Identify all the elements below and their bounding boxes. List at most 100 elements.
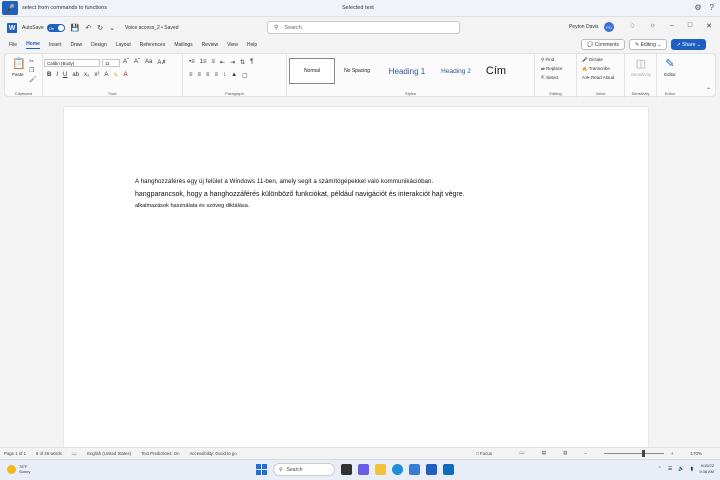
style-normal[interactable]: Normal [289,58,335,84]
avatar[interactable]: PD [604,22,614,32]
microphone-icon[interactable]: 🎤 [2,1,18,15]
style-title[interactable]: Cím [477,58,515,84]
borders-icon[interactable]: ▢ [242,72,248,79]
text-predictions-status[interactable]: Text Predictions: On [141,451,179,456]
tab-review[interactable]: Review [202,42,218,48]
outlook-icon[interactable] [443,464,454,475]
tab-file[interactable]: File [9,42,17,48]
document-line-1[interactable]: A hanghozzáférés egy új felület a Window… [135,178,571,185]
decrease-indent-icon[interactable]: ⇤ [220,59,225,66]
superscript-icon[interactable]: x² [94,72,99,79]
strikethrough-icon[interactable]: ab [72,72,79,79]
document-page[interactable]: A hanghozzáférés egy új felület a Window… [64,107,648,447]
style-heading-2[interactable]: Heading 2 [435,58,477,84]
vertical-scrollbar[interactable] [712,98,720,447]
change-case-icon[interactable]: Aa [145,59,152,66]
sensitivity-button[interactable]: ◫ Sensitivity [627,57,655,77]
close-icon[interactable]: ✕ [706,22,712,30]
replace-button[interactable]: ⇄ Replace [541,66,563,72]
font-name-select[interactable]: Calibri (Body) [44,59,100,67]
cut-icon[interactable]: ✂ [29,58,37,65]
windows-start-icon[interactable] [256,464,267,475]
weather-widget[interactable]: 78°F Sunny [7,464,30,474]
tab-mailings[interactable]: Mailings [174,42,192,48]
sort-icon[interactable]: ⇅ [240,59,245,66]
clear-formatting-icon[interactable]: A✗ [157,59,166,66]
transcribe-button[interactable]: ✍ Transcribe [582,66,614,72]
highlight-icon[interactable]: ✎ [113,72,118,79]
shrink-font-icon[interactable]: Aˇ [134,59,140,66]
lightbulb-icon[interactable]: ☼ [650,22,656,30]
dictate-button[interactable]: 🎤 Dictate [582,57,614,63]
search-input[interactable]: ⚲ Search [267,21,460,34]
chevron-up-icon[interactable]: ⌃ [658,466,662,472]
undo-icon[interactable]: ↶ [85,24,91,32]
battery-icon[interactable]: ▮ [691,466,694,472]
tab-draw[interactable]: Draw [70,42,82,48]
document-body[interactable]: A hanghozzáférés egy új felület a Window… [135,178,571,209]
zoom-slider[interactable] [603,449,664,457]
find-button[interactable]: ⚲ Find [541,57,563,63]
edge-icon[interactable] [392,464,403,475]
italic-icon[interactable]: I [56,72,58,79]
zoom-in-icon[interactable]: + [671,451,674,456]
word-taskbar-icon[interactable] [426,464,437,475]
focus-button[interactable]: □ Focus [476,451,502,456]
settings-icon[interactable]: ⚙ [694,3,701,12]
user-name[interactable]: Peyton Davis [569,24,598,30]
accessibility-status[interactable]: Accessibility: Good to go [190,451,237,456]
redo-icon[interactable]: ↻ [97,24,103,32]
zoom-out-icon[interactable]: – [584,451,587,456]
web-layout-icon[interactable]: ▥ [563,450,567,456]
read-aloud-button[interactable]: A≫ Read Aloud [582,75,614,81]
page-count[interactable]: Page 1 of 1 [4,451,26,456]
text-effects-icon[interactable]: A [104,72,108,79]
customize-chevron-icon[interactable]: ⌄ [109,24,115,32]
select-button[interactable]: ⇱ Select [541,75,563,81]
file-explorer-icon[interactable] [375,464,386,475]
maximize-icon[interactable]: □ [688,22,692,30]
bold-icon[interactable]: B [47,72,51,79]
style-heading-1[interactable]: Heading 1 [379,58,435,84]
format-painter-icon[interactable]: 🖌 [29,76,37,83]
document-line-3[interactable]: alkalmazások használata és szöveg diktál… [135,203,571,209]
justify-icon[interactable]: ≡ [215,72,219,79]
task-view-icon[interactable] [341,464,352,475]
clock[interactable]: 9/15/22 9:38 AM [699,463,714,474]
tab-insert[interactable]: Insert [49,42,62,48]
style-no-spacing[interactable]: No Spacing [335,58,379,84]
language-status[interactable]: English (United States) [87,451,131,456]
show-marks-icon[interactable]: ¶ [250,59,253,66]
bullets-icon[interactable]: •≡ [189,59,195,66]
editor-button[interactable]: ✎ Editor [656,57,684,77]
collapse-ribbon-icon[interactable]: ⌃ [706,87,711,94]
align-left-icon[interactable]: ≡ [189,72,193,79]
multilevel-list-icon[interactable]: ≡ [211,59,215,66]
font-color-icon[interactable]: A [123,72,127,79]
volume-icon[interactable]: 🔊 [678,466,684,472]
document-name[interactable]: Voice access_2 • Saved [125,25,178,31]
tab-references[interactable]: References [140,42,166,48]
document-line-2[interactable]: hangparancsok, hogy a hanghozzáférés kül… [135,191,571,198]
zoom-level[interactable]: 170% [690,451,702,456]
read-mode-icon[interactable]: 📖 [519,450,525,456]
increase-indent-icon[interactable]: ⇥ [230,59,235,66]
tab-design[interactable]: Design [91,42,107,48]
align-right-icon[interactable]: ≡ [206,72,210,79]
line-spacing-icon[interactable]: ↕ [223,72,226,79]
comments-button[interactable]: 💬 Comments [581,39,625,50]
numbering-icon[interactable]: 1≡ [200,59,207,66]
help-icon[interactable]: ? [710,3,714,12]
tab-home[interactable]: Home [26,41,40,49]
font-size-select[interactable]: 11 [102,59,120,67]
paste-icon[interactable]: 📋 [12,57,26,70]
copy-icon[interactable]: ❐ [29,67,37,74]
minimize-icon[interactable]: – [670,22,674,30]
autosave-toggle[interactable]: On [46,24,65,32]
tab-view[interactable]: View [227,42,238,48]
grow-font-icon[interactable]: Aˆ [123,59,129,66]
zoom-slider-knob[interactable] [641,449,645,457]
wifi-icon[interactable]: ☰ [668,466,672,472]
paste-button[interactable]: Paste [12,72,24,77]
shading-icon[interactable]: ▲ [231,72,237,79]
